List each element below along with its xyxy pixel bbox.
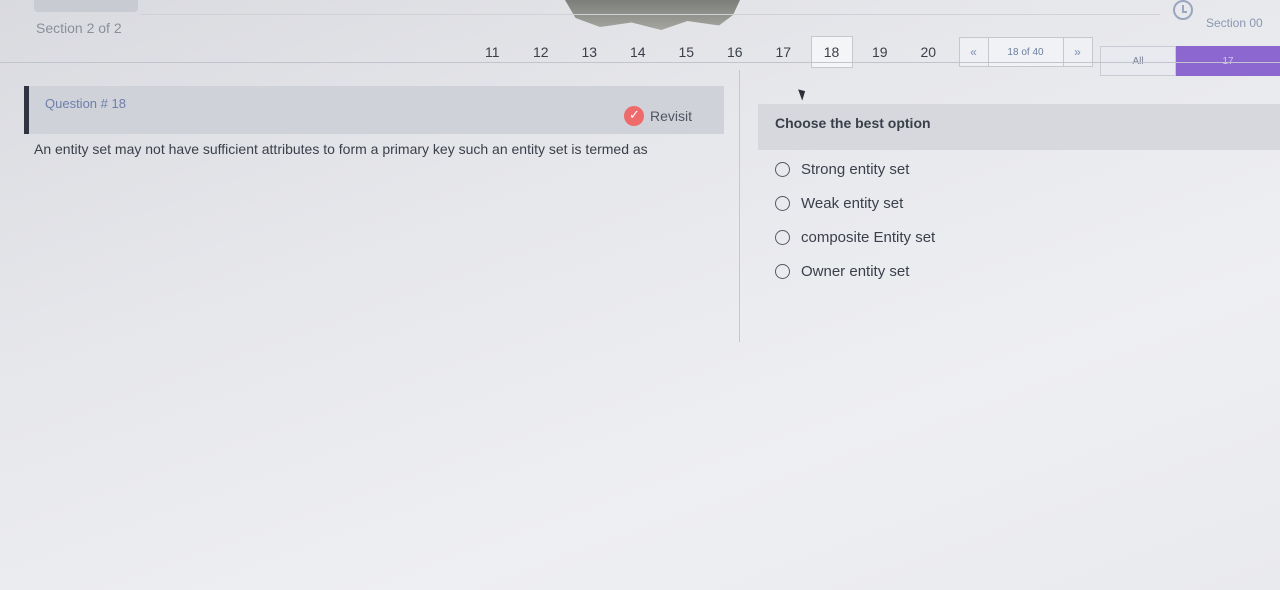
filter-all-button[interactable]: All [1100,46,1176,76]
page-11-link[interactable]: 11 [468,44,517,60]
radio-button[interactable] [775,161,790,177]
revisit-check-icon [624,106,644,126]
page-17-link[interactable]: 17 [759,44,808,60]
count-badge[interactable]: 17 [1176,46,1280,76]
page-12-link[interactable]: 12 [517,44,566,60]
question-pager: 11 12 13 14 15 16 17 18 19 20 « 18 of 40… [468,36,1093,68]
option-weak-entity-set[interactable]: Weak entity set [775,186,935,220]
section-right-label: Section 00 [1206,16,1263,30]
page-20-link[interactable]: 20 [904,44,953,60]
option-label: composite Entity set [801,228,936,246]
page-19-link[interactable]: 19 [856,44,905,60]
options-header: Choose the best option [758,104,1280,150]
option-owner-entity-set[interactable]: Owner entity set [775,254,935,288]
mouse-pointer-icon [798,87,808,101]
question-header: Question # 18 Revisit [24,86,724,134]
option-strong-entity-set[interactable]: Strong entity set [775,152,935,186]
option-label: Strong entity set [801,160,910,178]
page-18-link-active[interactable]: 18 [810,36,853,68]
page-13-link[interactable]: 13 [565,44,614,60]
radio-button[interactable] [775,229,790,245]
page-16-link[interactable]: 16 [711,44,760,60]
option-label: Weak entity set [801,194,904,212]
radio-button[interactable] [775,263,790,279]
question-panel: Question # 18 Revisit [24,86,724,136]
logo [34,0,138,12]
radio-button[interactable] [775,195,790,211]
obscured-area [565,0,740,30]
clock-icon [1173,0,1193,20]
page-14-link[interactable]: 14 [614,44,663,60]
revisit-label: Revisit [650,108,693,124]
options-prompt: Choose the best option [775,115,931,131]
answer-options: Strong entity set Weak entity set compos… [775,152,935,288]
question-title: Question # 18 [45,96,126,111]
page-15-link[interactable]: 15 [662,44,711,60]
question-text: An entity set may not have sufficient at… [34,141,648,157]
section-label: Section 2 of 2 [36,20,122,36]
pager-rule [0,62,1280,63]
panel-divider [739,70,740,342]
option-composite-entity-set[interactable]: composite Entity set [775,220,935,254]
header-rule [140,14,1160,15]
option-label: Owner entity set [801,262,910,280]
revisit-button[interactable]: Revisit [624,106,692,126]
